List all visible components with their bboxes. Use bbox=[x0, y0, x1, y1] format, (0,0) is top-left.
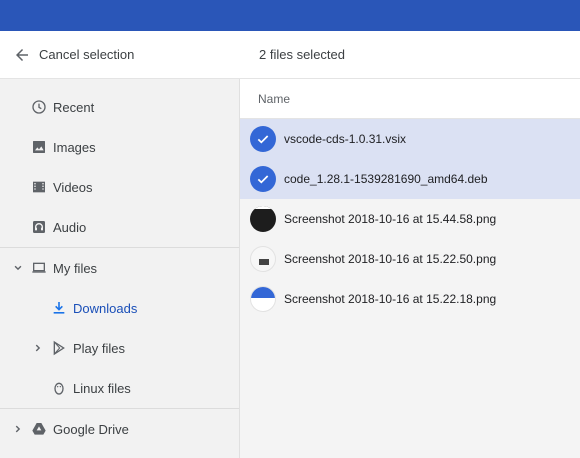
penguin-icon bbox=[54, 382, 64, 395]
sidebar-item-recent[interactable]: Recent bbox=[0, 87, 239, 127]
image-thumbnail bbox=[250, 286, 276, 312]
drive-icon bbox=[32, 423, 46, 435]
sidebar-item-my-files[interactable]: My files bbox=[0, 248, 239, 288]
chevron-right-icon[interactable] bbox=[11, 422, 25, 436]
checkmark-icon[interactable] bbox=[250, 166, 276, 192]
sidebar-item-play-files[interactable]: Play files bbox=[0, 328, 239, 368]
back-arrow-icon[interactable] bbox=[13, 46, 31, 64]
table-row[interactable]: Screenshot 2018-10-16 at 15.22.18.png bbox=[240, 279, 580, 319]
selection-count: 2 files selected bbox=[259, 47, 345, 62]
image-icon bbox=[33, 141, 45, 153]
sidebar-item-label: Recent bbox=[53, 100, 95, 115]
column-header-label: Name bbox=[258, 92, 291, 106]
laptop-icon bbox=[32, 262, 46, 273]
sidebar-item-label: My files bbox=[53, 261, 98, 276]
headphones-icon bbox=[33, 221, 45, 233]
file-name: Screenshot 2018-10-16 at 15.22.18.png bbox=[284, 292, 497, 306]
sidebar-item-linux-files[interactable]: Linux files bbox=[0, 368, 239, 408]
selection-bar: Cancel selection 2 files selected bbox=[0, 31, 580, 79]
sidebar-item-label: Google Drive bbox=[53, 422, 129, 437]
cancel-selection-button[interactable]: Cancel selection bbox=[39, 47, 134, 62]
table-row[interactable]: Screenshot 2018-10-16 at 15.22.50.png bbox=[240, 239, 580, 279]
film-icon bbox=[33, 181, 45, 193]
sidebar: Recent Images Videos Audio My files Down… bbox=[0, 79, 240, 458]
chevron-right-icon[interactable] bbox=[31, 341, 45, 355]
table-row[interactable]: Screenshot 2018-10-16 at 15.44.58.png bbox=[240, 199, 580, 239]
sidebar-item-images[interactable]: Images bbox=[0, 127, 239, 167]
file-name: code_1.28.1-1539281690_amd64.deb bbox=[284, 172, 488, 186]
sidebar-item-videos[interactable]: Videos bbox=[0, 167, 239, 207]
column-header-name[interactable]: Name bbox=[240, 79, 580, 119]
file-name: Screenshot 2018-10-16 at 15.22.50.png bbox=[284, 252, 497, 266]
sidebar-item-label: Audio bbox=[53, 220, 87, 235]
file-list: Name vscode-cds-1.0.31.vsix code_1.28.1-… bbox=[240, 79, 580, 458]
title-bar bbox=[0, 0, 580, 31]
sidebar-item-label: Downloads bbox=[73, 301, 138, 316]
download-icon bbox=[53, 302, 65, 314]
image-thumbnail bbox=[250, 206, 276, 232]
sidebar-item-google-drive[interactable]: Google Drive bbox=[0, 409, 239, 449]
image-thumbnail bbox=[250, 246, 276, 272]
clock-icon bbox=[32, 100, 46, 114]
table-row[interactable]: code_1.28.1-1539281690_amd64.deb bbox=[240, 159, 580, 199]
sidebar-item-label: Images bbox=[53, 140, 96, 155]
sidebar-item-downloads[interactable]: Downloads bbox=[0, 288, 239, 328]
sidebar-item-label: Videos bbox=[53, 180, 93, 195]
table-row[interactable]: vscode-cds-1.0.31.vsix bbox=[240, 119, 580, 159]
file-name: Screenshot 2018-10-16 at 15.44.58.png bbox=[284, 212, 497, 226]
sidebar-item-label: Linux files bbox=[73, 381, 131, 396]
play-store-icon bbox=[53, 340, 65, 356]
sidebar-item-audio[interactable]: Audio bbox=[0, 207, 239, 247]
sidebar-item-label: Play files bbox=[73, 341, 126, 356]
checkmark-icon[interactable] bbox=[250, 126, 276, 152]
chevron-down-icon[interactable] bbox=[11, 261, 25, 275]
file-name: vscode-cds-1.0.31.vsix bbox=[284, 132, 407, 146]
